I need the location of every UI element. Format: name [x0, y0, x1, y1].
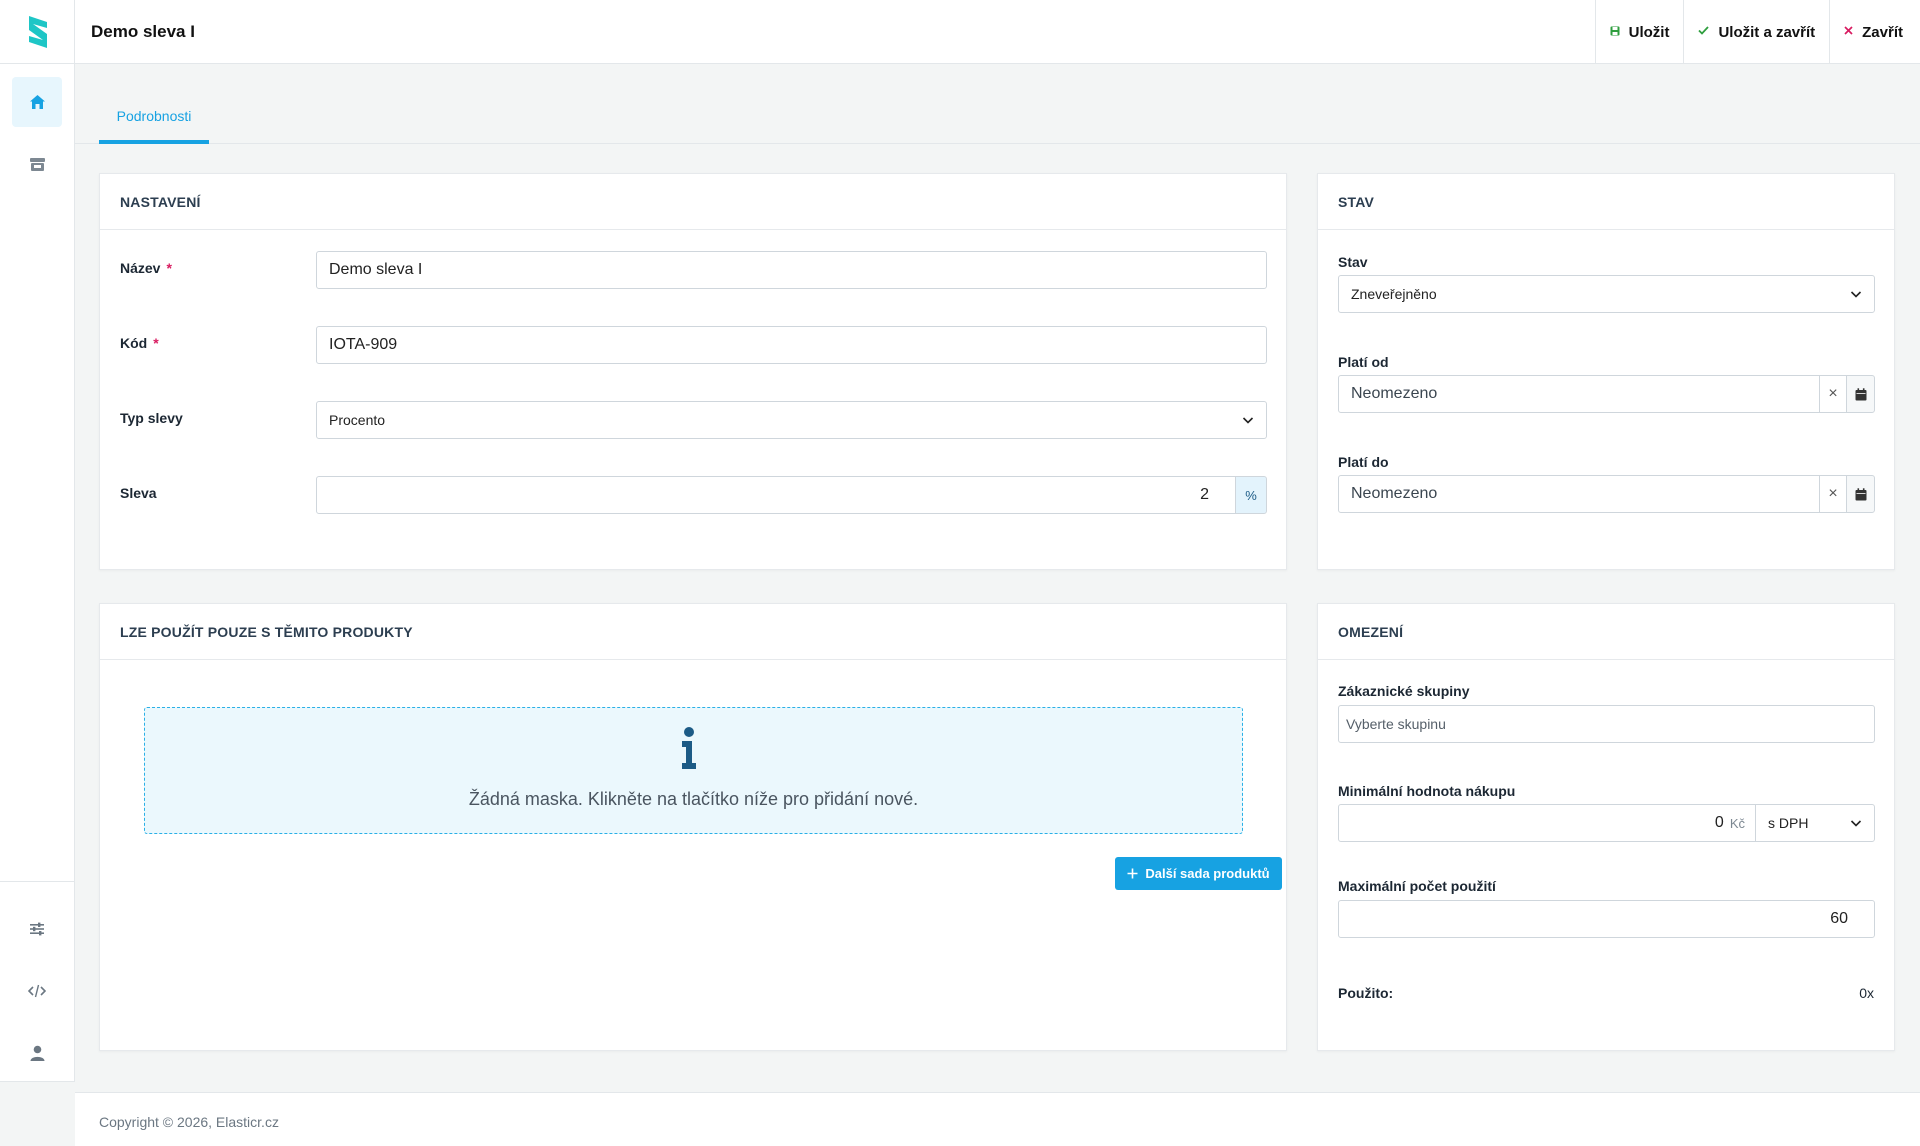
valid-to-clear-button[interactable]: × [1819, 475, 1847, 513]
toolbar-actions: Uložit Uložit a zavřít Zavřít [1594, 0, 1920, 64]
settings-card: NASTAVENÍ Název * Demo sleva I Kód * IOTA-… [99, 173, 1287, 570]
valid-from-label: Platí od [1338, 354, 1389, 370]
code-input-value: IOTA-909 [329, 336, 398, 353]
store-icon [29, 157, 45, 171]
state-value: Zneveřejněno [1351, 286, 1437, 302]
chevron-down-icon [1242, 417, 1254, 424]
floppy-icon [1610, 26, 1620, 39]
close-icon [1844, 26, 1853, 38]
close-button[interactable]: Zavřít [1829, 0, 1920, 64]
valid-to-value: Neomezeno [1351, 485, 1438, 502]
save-close-label: Uložit a zavřít [1718, 23, 1816, 41]
tab-details[interactable]: Podrobnosti [99, 108, 209, 144]
save-button[interactable]: Uložit [1594, 0, 1684, 64]
used-label: Použito: [1338, 985, 1394, 1001]
max-uses-value: 60 [1830, 910, 1848, 927]
status-card-title: STAV [1318, 174, 1894, 230]
max-uses-input[interactable]: 60 [1338, 900, 1875, 938]
limits-card-title: OMEZENÍ [1318, 604, 1894, 660]
code-icon [28, 984, 46, 998]
plus-icon [1127, 868, 1138, 879]
discount-type-value: Procento [329, 412, 386, 428]
sidebar-item-settings[interactable] [12, 904, 62, 954]
sidebar-item-store[interactable] [12, 139, 62, 189]
customer-groups-placeholder: Vyberte skupinu [1346, 716, 1446, 732]
footer: Copyright © 2026, Elasticr.cz [75, 1092, 1920, 1146]
user-icon [30, 1045, 44, 1061]
chevron-down-icon [1850, 820, 1862, 827]
discount-input-value: 2 [1200, 486, 1209, 503]
info-icon [682, 727, 696, 769]
sidebar [0, 0, 75, 1146]
min-value-input[interactable]: 0 Kč [1338, 804, 1756, 842]
min-value: 0 [1714, 814, 1724, 831]
name-input-value: Demo sleva I [329, 261, 423, 278]
logo-icon [28, 15, 47, 48]
sidebar-item-developer[interactable] [12, 966, 62, 1016]
close-label: Zavřít [1862, 23, 1903, 41]
vat-value: s DPH [1768, 815, 1809, 831]
limits-card: OMEZENÍ Zákaznické skupiny Vyberte skupi… [1317, 603, 1895, 1051]
customer-groups-input[interactable]: Vyberte skupinu [1338, 705, 1875, 743]
settings-card-title: NASTAVENÍ [100, 174, 1286, 230]
customer-groups-label: Zákaznické skupiny [1338, 683, 1470, 699]
vat-select[interactable]: s DPH [1755, 804, 1875, 842]
add-product-set-label: Další sada produktů [1145, 866, 1270, 881]
currency-unit: Kč [1729, 815, 1745, 831]
sidebar-bottom [0, 881, 75, 1081]
sidebar-item-home[interactable] [12, 77, 62, 127]
copyright-text: Copyright © 2026, Elasticr.cz [99, 1114, 279, 1130]
min-value-label: Minimální hodnota nákupu [1338, 783, 1516, 799]
check-icon [1698, 26, 1710, 38]
state-label: Stav [1338, 254, 1368, 270]
clear-icon: × [1828, 485, 1838, 502]
valid-from-value: Neomezeno [1351, 385, 1438, 402]
valid-from-calendar-button[interactable] [1846, 375, 1875, 413]
valid-from-clear-button[interactable]: × [1819, 375, 1847, 413]
tab-bar: Podrobnosti [75, 64, 1920, 144]
valid-to-calendar-button[interactable] [1846, 475, 1875, 513]
max-uses-label: Maximální počet použití [1338, 878, 1496, 894]
topbar: Demo sleva I Uložit Uložit a zavřít Zavř… [75, 0, 1920, 64]
valid-from-input[interactable]: Neomezeno [1338, 375, 1820, 413]
valid-to-label: Platí do [1338, 454, 1389, 470]
calendar-icon [1855, 487, 1866, 500]
save-label: Uložit [1628, 23, 1670, 41]
code-label-text: Kód [120, 335, 148, 351]
discount-label: Sleva [120, 485, 157, 501]
required-mark: * [166, 260, 172, 276]
discount-type-select[interactable]: Procento [316, 401, 1267, 439]
name-label: Název * [120, 260, 172, 276]
sidebar-item-user[interactable] [12, 1028, 62, 1078]
state-select[interactable]: Zneveřejněno [1338, 275, 1875, 313]
status-card: STAV Stav Zneveřejněno Platí od Neomezen… [1317, 173, 1895, 570]
empty-products-message: Žádná maska. Klikněte na tlačítko níže p… [468, 789, 919, 809]
valid-to-input[interactable]: Neomezeno [1338, 475, 1820, 513]
sliders-icon [30, 922, 44, 936]
clear-icon: × [1828, 385, 1838, 402]
save-close-button[interactable]: Uložit a zavřít [1683, 0, 1829, 64]
code-input[interactable]: IOTA-909 [316, 326, 1267, 364]
percent-addon: % [1235, 476, 1267, 514]
discount-type-label: Typ slevy [120, 410, 183, 426]
add-product-set-button[interactable]: Další sada produktů [1115, 857, 1282, 890]
sidebar-footer-space [0, 1081, 75, 1146]
chevron-down-icon [1850, 291, 1862, 298]
page-title: Demo sleva I [91, 22, 195, 41]
empty-products-notice: Žádná maska. Klikněte na tlačítko níže p… [144, 707, 1243, 834]
code-label: Kód * [120, 335, 159, 351]
used-value: 0x [1859, 985, 1874, 1001]
logo[interactable] [0, 0, 75, 64]
required-mark: * [153, 335, 159, 351]
products-card: LZE POUŽÍT POUZE S TĚMITO PRODUKTY Žádná… [99, 603, 1287, 1051]
name-input[interactable]: Demo sleva I [316, 251, 1267, 289]
name-label-text: Název [120, 260, 161, 276]
home-icon [29, 95, 45, 109]
products-card-title: LZE POUŽÍT POUZE S TĚMITO PRODUKTY [100, 604, 1286, 660]
discount-input[interactable]: 2 [316, 476, 1236, 514]
calendar-icon [1855, 387, 1866, 400]
